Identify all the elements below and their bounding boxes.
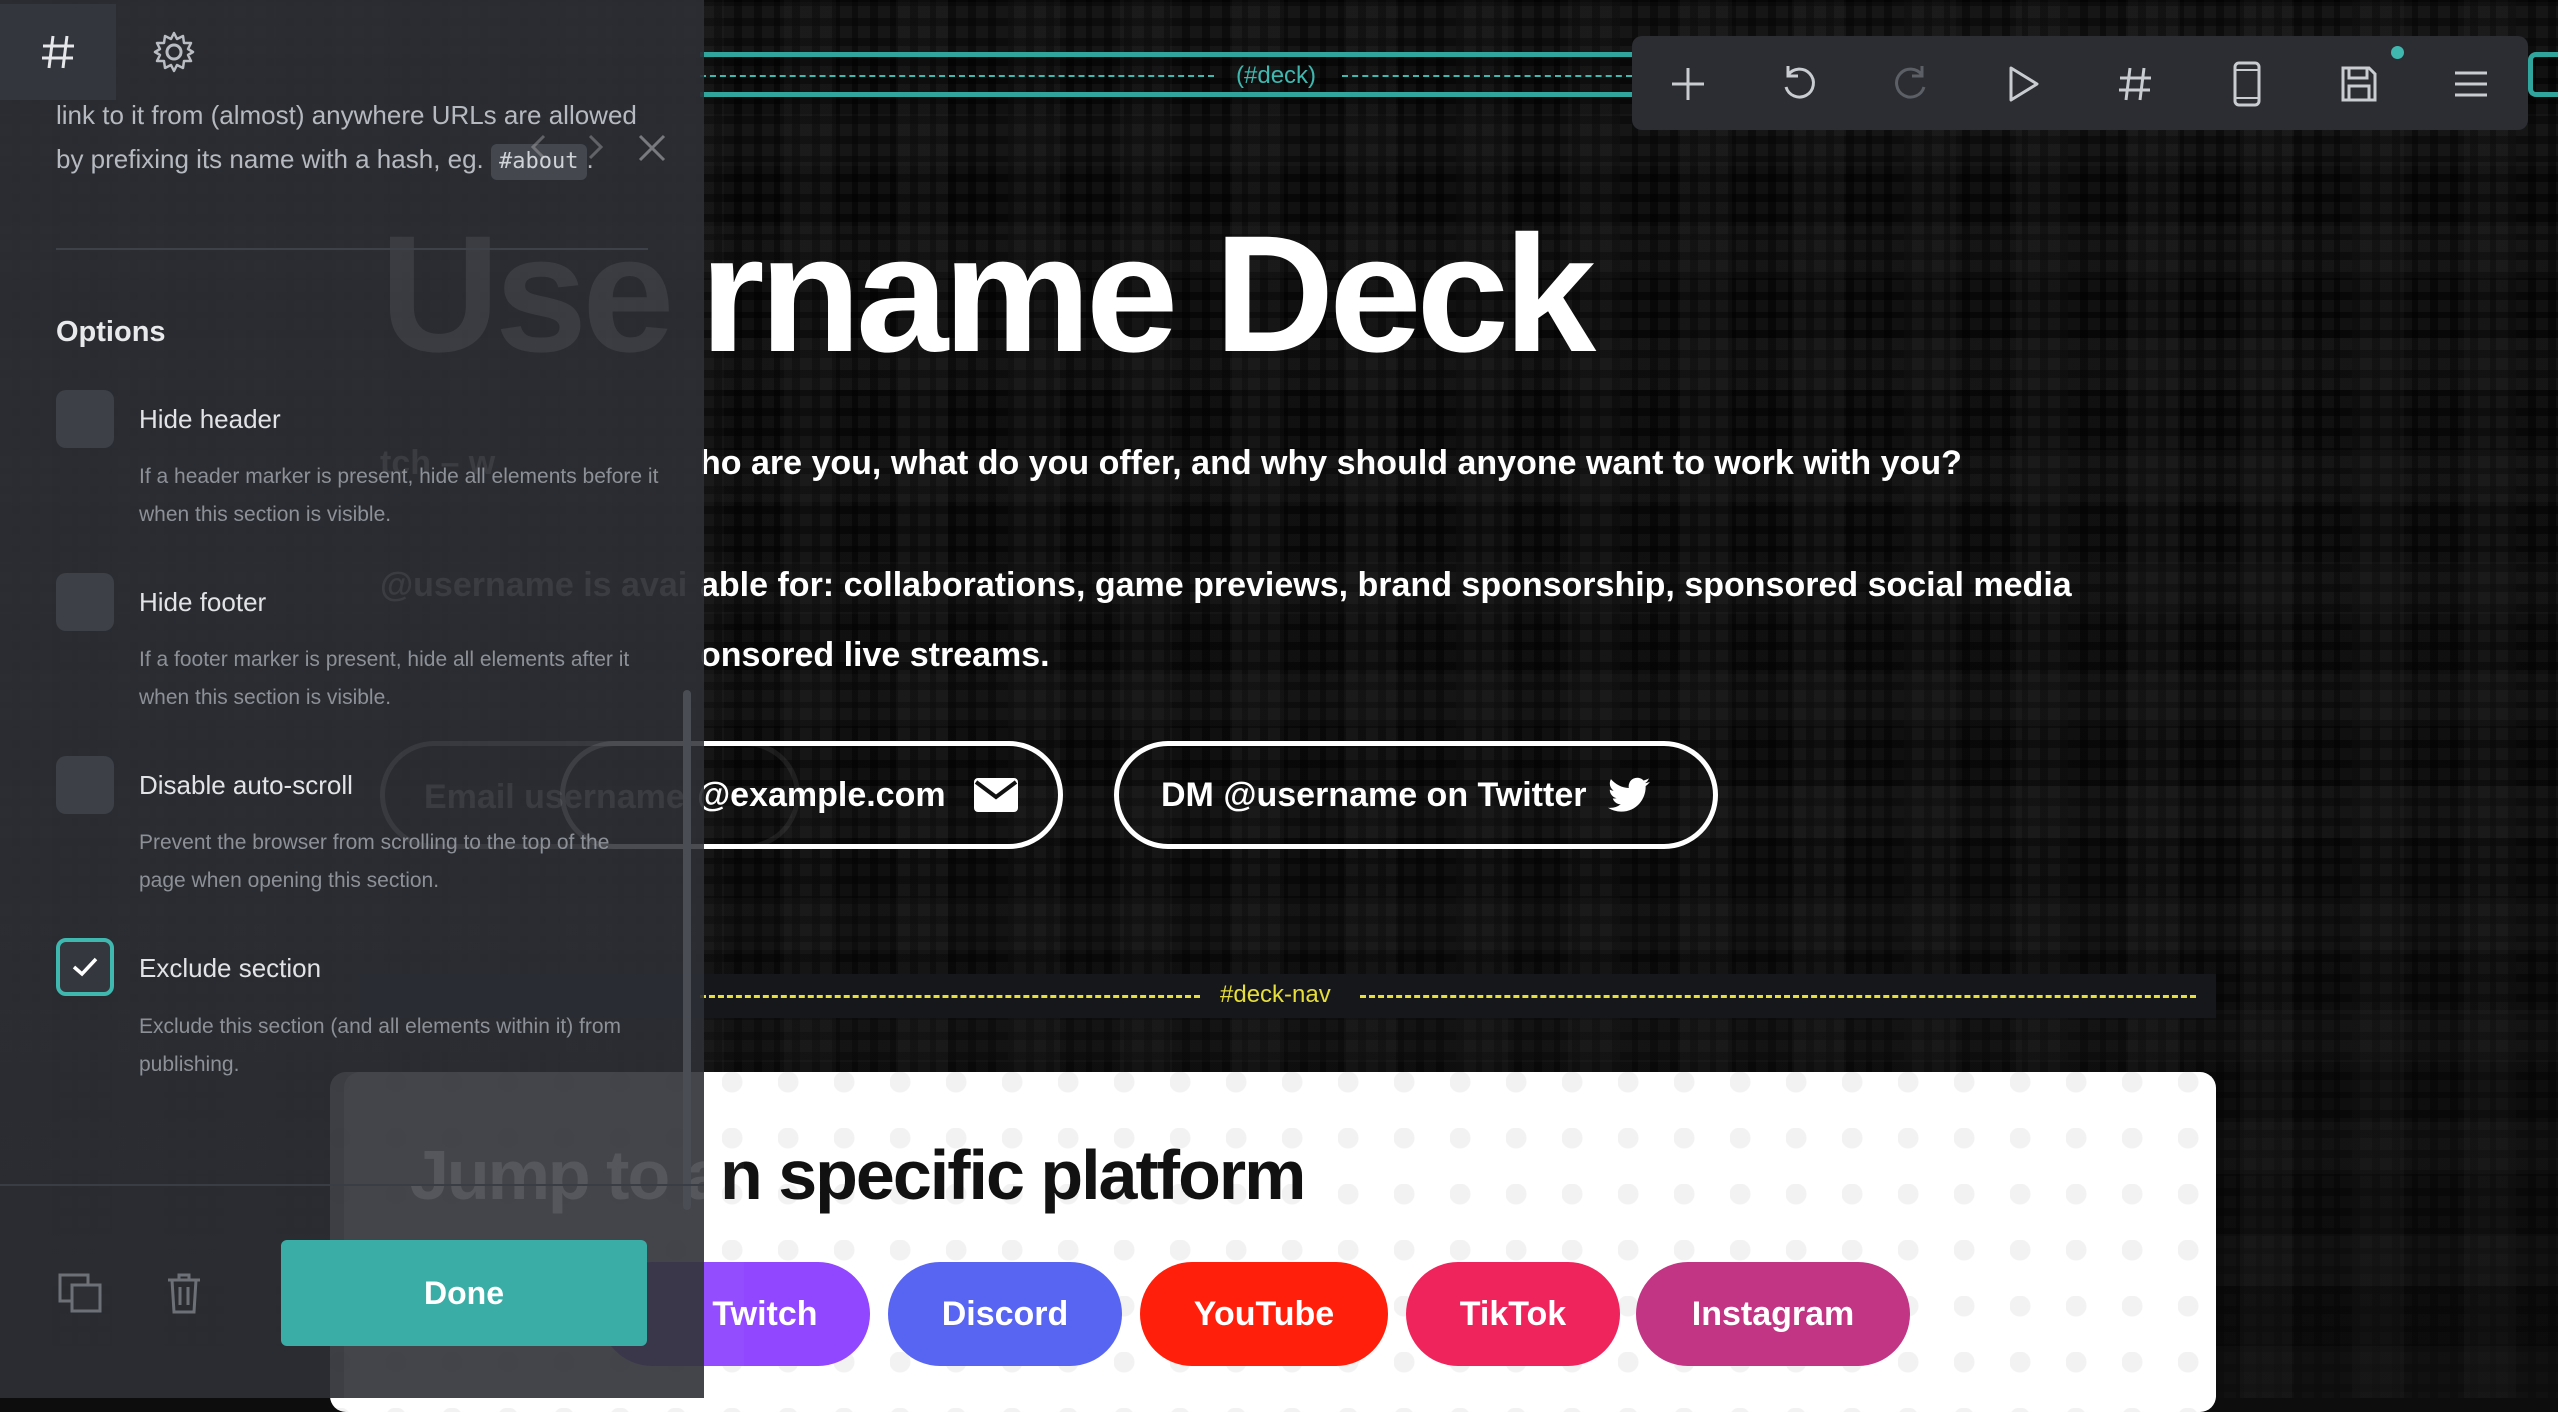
intro-text-line-2: by prefixing its name with a hash, eg. #…: [56, 137, 594, 181]
twitter-button-label: DM @username on Twitter: [1161, 775, 1587, 814]
deck-marker-label[interactable]: (#deck): [1236, 62, 1316, 90]
disable-autoscroll-label[interactable]: Disable auto-scroll: [139, 770, 353, 801]
deck-nav-marker-label[interactable]: #deck-nav: [1220, 981, 1331, 1009]
deck-marker-dash-left: [700, 75, 1214, 77]
platform-section-title[interactable]: n specific platform: [720, 1135, 1306, 1215]
checkmark-icon: [71, 956, 99, 978]
forward-arrow-icon[interactable]: [580, 132, 610, 167]
options-heading: Options: [56, 316, 166, 348]
section-settings-panel: Use tch – w @username is avai Email user…: [0, 0, 800, 1398]
deck-title[interactable]: rname Deck: [700, 200, 1596, 390]
redo-icon[interactable]: [1883, 56, 1939, 112]
undo-icon[interactable]: [1771, 56, 1827, 112]
done-button[interactable]: Done: [281, 1240, 647, 1346]
exclude-section-label[interactable]: Exclude section: [139, 953, 321, 984]
hide-header-description: If a header marker is present, hide all …: [139, 465, 659, 526]
unsaved-indicator: [2391, 46, 2404, 59]
instagram-button[interactable]: Instagram: [1636, 1262, 1910, 1366]
availability-line-2[interactable]: onsored live streams.: [700, 636, 1050, 675]
ghost-email-label: Email username: [424, 778, 685, 816]
close-icon[interactable]: [636, 132, 668, 169]
discord-button[interactable]: Discord: [888, 1262, 1122, 1366]
duplicate-icon[interactable]: [50, 1260, 110, 1326]
gear-icon[interactable]: [152, 30, 196, 79]
deck-marker-end: [2528, 52, 2558, 97]
hide-header-label[interactable]: Hide header: [139, 404, 281, 435]
hide-footer-label[interactable]: Hide footer: [139, 587, 266, 618]
panel-divider: [56, 248, 648, 250]
panel-scrollbar[interactable]: [683, 690, 691, 1210]
deck-nav-dash-right: [1360, 995, 2196, 998]
deck-marker-bar-top: [700, 52, 1640, 57]
play-icon[interactable]: [1995, 56, 2051, 112]
panel-footer-divider: [0, 1184, 704, 1186]
hide-footer-description: If a footer marker is present, hide all …: [139, 648, 630, 709]
availability-line-1[interactable]: able for: collaborations, game previews,…: [700, 566, 2072, 605]
hash-icon[interactable]: [2107, 56, 2163, 112]
deck-nav-dash-left: [700, 995, 1200, 998]
hash-icon[interactable]: [38, 32, 78, 77]
tiktok-button[interactable]: TikTok: [1406, 1262, 1620, 1366]
exclude-section-checkbox[interactable]: [56, 938, 114, 996]
intro-text-line-1: link to it from (almost) anywhere URLs a…: [56, 100, 637, 130]
youtube-button[interactable]: YouTube: [1140, 1262, 1388, 1366]
mobile-icon[interactable]: [2219, 56, 2275, 112]
ghost-availability: @username is avai: [380, 566, 688, 604]
envelope-icon: [973, 778, 1018, 812]
back-arrow-icon[interactable]: [524, 132, 554, 167]
exclude-section-description: Exclude this section (and all elements w…: [139, 1015, 622, 1076]
deck-marker-dash-right: [1342, 75, 1632, 77]
disable-autoscroll-checkbox[interactable]: [56, 756, 114, 814]
twitter-dm-button[interactable]: DM @username on Twitter: [1114, 741, 1718, 849]
hide-footer-checkbox[interactable]: [56, 573, 114, 631]
ghost-deck-title: Use: [380, 202, 675, 387]
plus-icon[interactable]: [1660, 56, 1716, 112]
save-icon[interactable]: [2331, 56, 2387, 112]
menu-icon[interactable]: [2443, 56, 2499, 112]
intro-text-line-2-main: by prefixing its name with a hash, eg.: [56, 144, 484, 174]
disable-autoscroll-description: Prevent the browser from scrolling to th…: [139, 831, 610, 892]
deck-tagline[interactable]: ho are you, what do you offer, and why s…: [700, 444, 1962, 483]
panel-tabs: [0, 0, 704, 100]
ghost-platform-title: Jump to a: [410, 1136, 725, 1214]
hide-header-checkbox[interactable]: [56, 390, 114, 448]
twitter-bird-icon: [1608, 777, 1651, 813]
deck-marker-bar-bottom: [700, 92, 1640, 97]
trash-icon[interactable]: [154, 1260, 214, 1326]
